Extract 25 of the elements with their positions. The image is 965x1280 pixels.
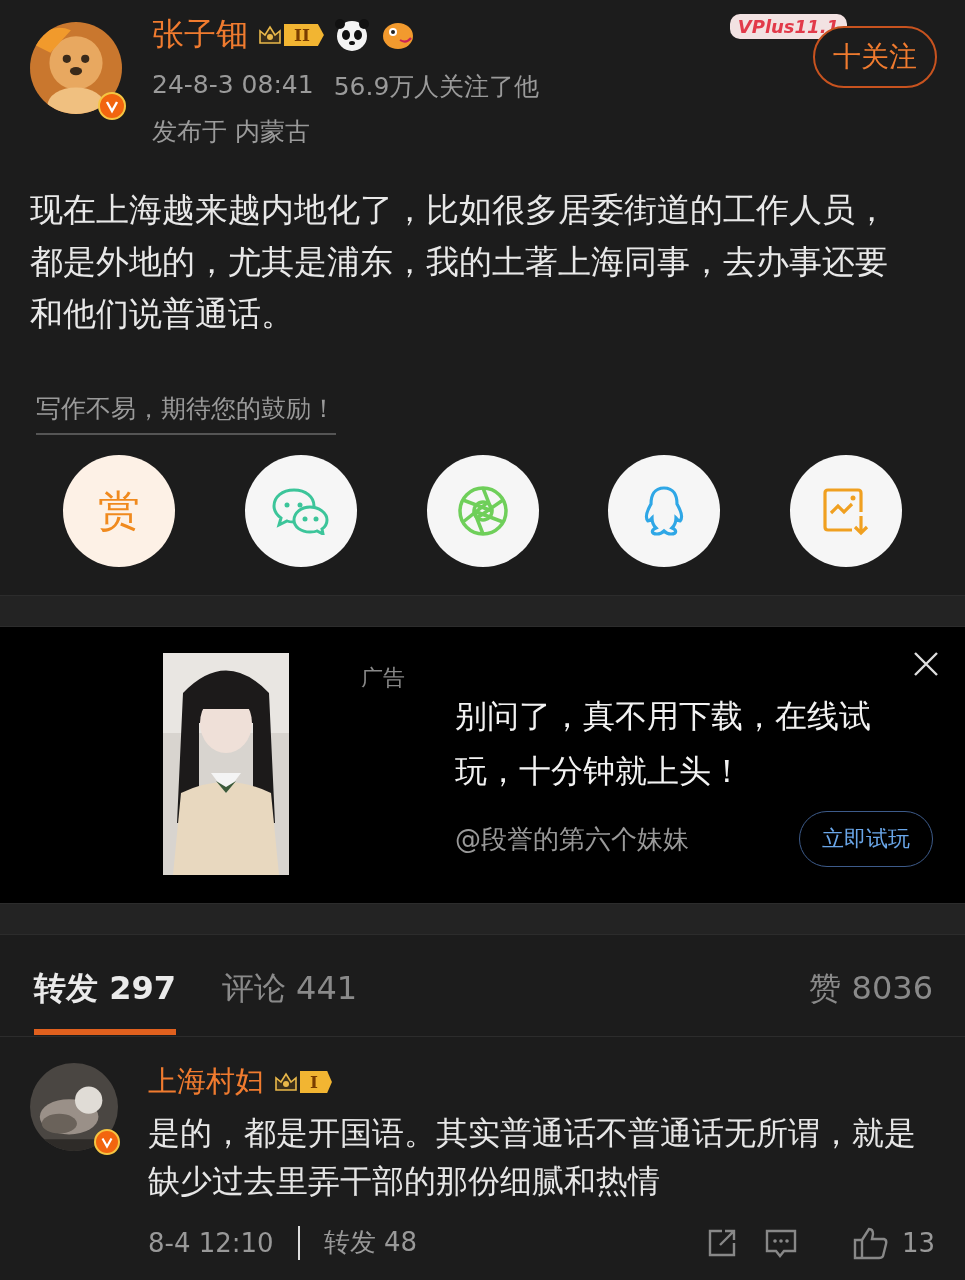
chat-bubbles-icon [271,487,330,535]
comment-text: 是的，都是开国语。其实普通话不普通话无所谓，就是缺少过去里弄干部的那份细腻和热情 [148,1113,917,1202]
close-icon[interactable] [913,651,939,677]
follower-count: 56.9万人关注了他 [333,71,540,103]
image-download-icon [822,486,870,536]
tab[interactable]: 赞 8036 [809,967,933,1029]
ad-label: 广告 [361,664,405,692]
play-now-button[interactable]: 立即试玩 [799,811,933,867]
tab[interactable]: 评论 441 [221,967,358,1029]
tab[interactable]: 转发 297 [34,967,176,1035]
repost-count[interactable]: 转发 48 [323,1225,418,1260]
like-count: 13 [901,1227,935,1258]
ad-headline: 别问了，真不用下载，在线试玩，十分钟就上头！ [455,696,872,792]
advertiser-name[interactable]: @段誉的第六个妹妹 [455,821,689,857]
commenter-name[interactable]: 上海村妇 [148,1062,264,1102]
comment-time: 8-4 12:10 [148,1227,274,1258]
thumbs-up-icon[interactable] [851,1225,888,1260]
post-text: 现在上海越来越内地化了，比如很多居委街道的工作人员，都是外地的，尤其是浦东，我的土著上海同事，去办事还要和他们说普通话。 [30,189,889,335]
post-time: 24-8-3 08:41 [152,70,314,101]
promo-badge: VPlus11.1 [729,14,847,39]
author-name[interactable]: 张子钿 [152,13,248,57]
post-location: 发布于 内蒙古 [152,116,310,148]
reward-hint: 写作不易，期待您的鼓励！ [36,392,336,435]
panda-icon [333,18,370,52]
aperture-icon [456,485,509,537]
